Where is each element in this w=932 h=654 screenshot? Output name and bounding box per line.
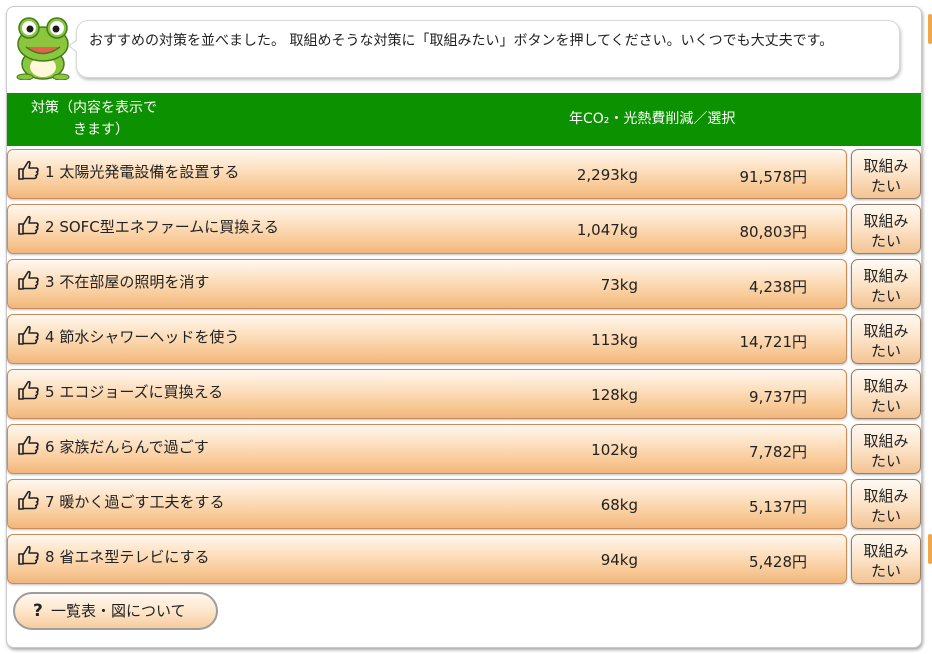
co2-reduction: 68kg [600, 496, 638, 514]
accent-mark-top [928, 14, 932, 44]
co2-reduction: 2,293kg [576, 166, 638, 184]
help-button-label: 一覧表・図について [51, 602, 186, 620]
want-to-try-button[interactable]: 取組みたい [851, 369, 921, 419]
list-item: 3 不在部屋の照明を消す 73kg 4,238円 取組みたい [7, 259, 923, 310]
cost-saving: 91,578円 [739, 168, 808, 186]
list-item: 2 SOFC型エネファームに買換える 1,047kg 80,803円 取組みたい [7, 204, 923, 255]
co2-reduction: 1,047kg [576, 221, 638, 239]
co2-reduction: 94kg [600, 551, 638, 569]
measure-name: 6 家族だんらんで過ごす [45, 438, 209, 456]
want-to-try-button[interactable]: 取組みたい [851, 259, 921, 309]
measure-name: 2 SOFC型エネファームに買換える [45, 218, 279, 236]
want-to-try-button[interactable]: 取組みたい [851, 149, 921, 199]
list-item: 4 節水シャワーヘッドを使う 113kg 14,721円 取組みたい [7, 314, 923, 365]
measure-name: 7 暖かく過ごす工夫をする [45, 493, 225, 511]
pointing-hand-icon [18, 325, 39, 345]
pointing-hand-icon [18, 270, 39, 290]
measure-row-1[interactable]: 1 太陽光発電設備を設置する 2,293kg 91,578円 [7, 149, 847, 199]
measure-row-4[interactable]: 4 節水シャワーヘッドを使う 113kg 14,721円 [7, 314, 847, 364]
co2-reduction: 128kg [591, 386, 638, 404]
measure-row-5[interactable]: 5 エコジョーズに買換える 128kg 9,737円 [7, 369, 847, 419]
measure-name: 4 節水シャワーヘッドを使う [45, 328, 240, 346]
pointing-hand-icon [18, 490, 39, 510]
header-action-label-line2: きます） [73, 122, 129, 138]
help-button[interactable]: ? 一覧表・図について [13, 592, 218, 630]
co2-reduction: 73kg [600, 276, 638, 294]
header-action-label-line1: 対策（内容を表示で [31, 100, 157, 116]
want-to-try-button[interactable]: 取組みたい [851, 534, 921, 584]
cost-saving: 5,428円 [749, 553, 807, 571]
measure-row-8[interactable]: 8 省エネ型テレビにする 94kg 5,428円 [7, 534, 847, 584]
measure-row-3[interactable]: 3 不在部屋の照明を消す 73kg 4,238円 [7, 259, 847, 309]
measure-name: 1 太陽光発電設備を設置する [45, 163, 240, 181]
list-item: 1 太陽光発電設備を設置する 2,293kg 91,578円 取組みたい [7, 149, 923, 200]
accent-mark-bottom [928, 534, 932, 564]
header-values-label: 年CO₂・光熱費削減／選択 [569, 111, 736, 127]
measure-row-6[interactable]: 6 家族だんらんで過ごす 102kg 7,782円 [7, 424, 847, 474]
want-to-try-button[interactable]: 取組みたい [851, 314, 921, 364]
advice-bubble: おすすめの対策を並べました。 取組めそうな対策に「取組みたい」ボタンを押してくだ… [68, 20, 900, 78]
measure-name: 3 不在部屋の照明を消す [45, 273, 210, 291]
header-action-column: 対策（内容を表示で きます） [31, 97, 201, 141]
cost-saving: 5,137円 [749, 498, 807, 516]
want-to-try-button[interactable]: 取組みたい [851, 479, 921, 529]
measure-row-7[interactable]: 7 暖かく過ごす工夫をする 68kg 5,137円 [7, 479, 847, 529]
measure-name: 5 エコジョーズに買換える [45, 383, 224, 401]
co2-reduction: 113kg [591, 331, 638, 349]
list-item: 7 暖かく過ごす工夫をする 68kg 5,137円 取組みたい [7, 479, 923, 530]
cost-saving: 80,803円 [739, 223, 808, 241]
table-header: 対策（内容を表示で きます） 年CO₂・光熱費削減／選択 [7, 93, 921, 146]
list-item: 5 エコジョーズに買換える 128kg 9,737円 取組みたい [7, 369, 923, 420]
list-item: 8 省エネ型テレビにする 94kg 5,428円 取組みたい [7, 534, 923, 585]
pointing-hand-icon [18, 545, 39, 565]
measure-row-2[interactable]: 2 SOFC型エネファームに買換える 1,047kg 80,803円 [7, 204, 847, 254]
frog-icon [16, 17, 70, 80]
pointing-hand-icon [18, 215, 39, 235]
want-to-try-button[interactable]: 取組みたい [851, 204, 921, 254]
cost-saving: 14,721円 [739, 333, 808, 351]
list-item: 6 家族だんらんで過ごす 102kg 7,782円 取組みたい [7, 424, 923, 475]
want-to-try-button[interactable]: 取組みたい [851, 424, 921, 474]
pointing-hand-icon [18, 160, 39, 180]
cost-saving: 4,238円 [749, 278, 807, 296]
cost-saving: 7,782円 [749, 443, 807, 461]
cost-saving: 9,737円 [749, 388, 807, 406]
advice-text: おすすめの対策を並べました。 取組めそうな対策に「取組みたい」ボタンを押してくだ… [89, 33, 834, 49]
question-mark-icon: ? [33, 601, 43, 621]
co2-reduction: 102kg [591, 441, 638, 459]
pointing-hand-icon [18, 435, 39, 455]
pointing-hand-icon [18, 380, 39, 400]
measure-name: 8 省エネ型テレビにする [45, 548, 210, 566]
